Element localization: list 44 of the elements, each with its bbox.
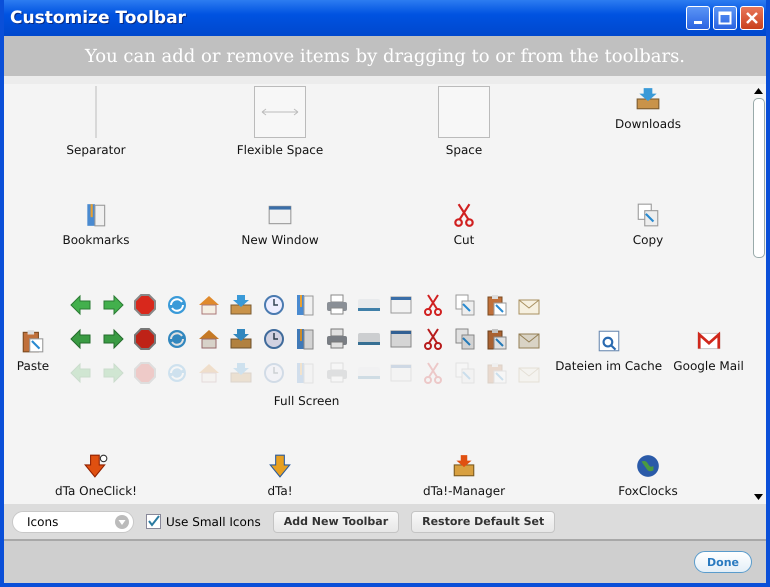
maximize-icon [718, 11, 732, 25]
arrow-down-icon [83, 452, 109, 479]
scroll-down-icon [754, 494, 763, 500]
palette-item[interactable]: Dateien im Cache [551, 328, 666, 373]
mode-select[interactable]: Icons [12, 510, 134, 532]
pages-icon [635, 202, 661, 228]
flexible-space-icon [254, 86, 306, 138]
palette-item[interactable]: Flexible Space [188, 86, 372, 157]
palette-item[interactable]: Google Mail [666, 328, 751, 373]
palette-item[interactable]: Downloads [556, 86, 740, 131]
window-title: Customize Toolbar [10, 8, 186, 28]
palette-item[interactable]: Cut [372, 202, 556, 248]
toolbar-button[interactable]: Add New Toolbar [272, 510, 400, 532]
checkmark-icon [147, 515, 160, 528]
box-icon [451, 452, 477, 479]
palette-item[interactable]: FoxClocks [556, 452, 740, 498]
palette-item[interactable]: Separator [4, 86, 188, 157]
magnifier-icon [596, 328, 622, 354]
arrow-down-icon [267, 452, 293, 479]
close-button[interactable] [740, 6, 764, 30]
palette-item[interactable]: Full Screen [62, 292, 552, 408]
toolbar-button[interactable]: Restore Default Set [411, 510, 556, 532]
palette-item[interactable]: New Window [188, 202, 372, 248]
instructions-text: You can add or remove items by dragging to or from the toolbars. [84, 46, 686, 66]
close-icon [745, 11, 759, 25]
scroll-thumb[interactable] [752, 98, 764, 258]
palette-item[interactable]: dTa OneClick! [4, 452, 188, 498]
small-icons-checkbox[interactable]: Use Small Icons [146, 514, 261, 529]
minimize-button[interactable] [686, 6, 710, 30]
palette-item[interactable]: Bookmarks [4, 202, 188, 248]
scroll-up-icon [754, 88, 763, 94]
space-icon [438, 86, 490, 138]
palette-item[interactable]: dTa! [188, 452, 372, 498]
palette-item[interactable]: Copy [556, 202, 740, 248]
dropdown-icon [115, 514, 129, 528]
palette-item[interactable]: dTa!-Manager [372, 452, 556, 498]
done-button[interactable]: Done [694, 551, 752, 573]
minimize-icon [694, 20, 702, 24]
clipboard-icon [20, 328, 46, 354]
palette-item[interactable]: Paste [4, 328, 62, 373]
maximize-button[interactable] [713, 6, 737, 30]
separator-icon [94, 86, 98, 138]
palette-item[interactable]: Space [372, 86, 556, 157]
tray-icon [635, 86, 661, 112]
